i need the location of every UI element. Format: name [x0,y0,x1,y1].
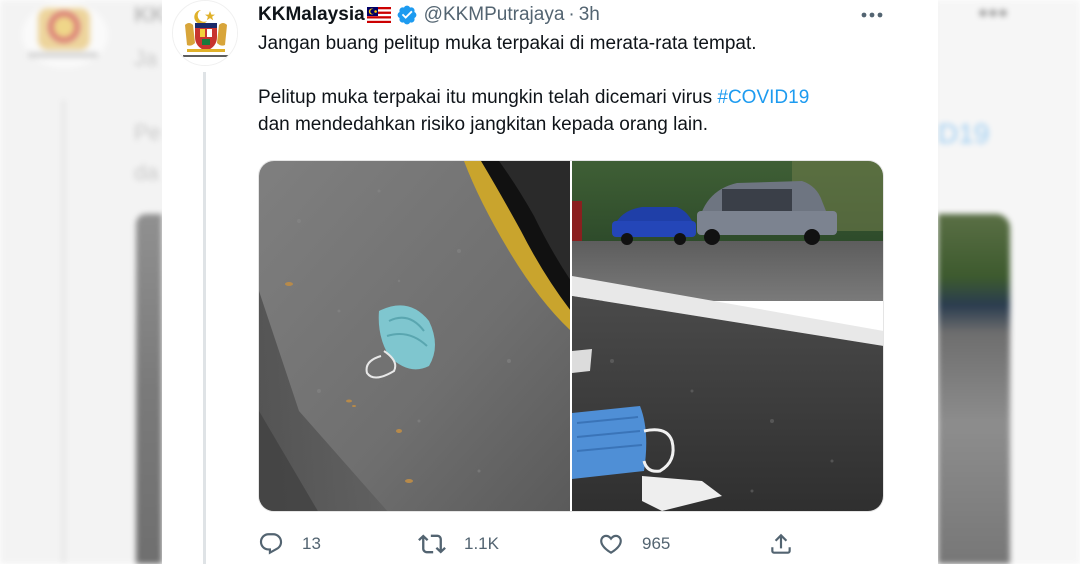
share-icon [771,533,791,554]
background-text-fragment: Pe [134,120,161,145]
tweet-text: Jangan buang pelitup muka terpakai di me… [258,30,898,138]
more-options-button[interactable] [852,2,892,28]
like-button[interactable]: 965 [598,528,670,560]
share-button[interactable] [768,528,794,560]
user-handle[interactable]: @KKMPutrajaya [424,4,565,26]
profile-avatar[interactable] [172,0,238,66]
media-photo-left[interactable] [259,161,570,511]
thread-connector-line [203,72,206,564]
malaysia-flag-icon [366,7,391,23]
background-text-fragment: KK [134,2,166,27]
photo-mask-roadside [572,161,883,511]
background-text-fragment: da [134,160,159,185]
media-photo-right[interactable] [572,161,883,511]
retweet-button[interactable]: 1.1K [418,528,499,560]
tweet-text-line: Jangan buang pelitup muka terpakai di me… [258,33,757,54]
verified-badge-icon [397,5,417,25]
retweet-icon [418,534,446,554]
tweet-actions: 13 1.1K 965 [258,528,898,560]
retweet-count: 1.1K [464,534,499,553]
tweet-media-grid [258,160,884,512]
more-dots-icon [861,12,883,18]
background-image [136,214,162,564]
background-more-dots [978,8,1008,18]
separator-dot: · [568,4,575,25]
timestamp[interactable]: 3h [579,4,600,26]
tweet-header: KKMalaysia @KKMPutrajaya · 3h [258,2,600,28]
background-tweet-right: D19 [938,0,1080,564]
like-count: 965 [642,534,671,553]
background-image [938,214,1010,564]
kkm-crest-logo [173,1,237,65]
tweet-text-segment: Pelitup muka terpakai itu mungkin telah … [258,87,718,108]
reply-count: 13 [302,534,321,553]
background-tweet-left: KK Ja Pe da [0,0,166,564]
heart-icon [600,534,622,554]
hashtag-link[interactable]: #COVID19 [717,87,809,108]
background-text-fragment: D19 [938,118,990,149]
tweet-text-line: Pelitup muka terpakai itu mungkin telah … [258,84,898,111]
reply-button[interactable]: 13 [258,528,321,560]
photo-mask-on-road [259,161,570,511]
display-name[interactable]: KKMalaysia [258,4,365,26]
reply-icon [259,533,283,555]
background-crest-logo [38,8,90,50]
background-text-fragment: Ja [134,46,158,71]
tweet-text-line: dan mendedahkan risiko jangkitan kepada … [258,114,708,135]
tweet-card[interactable]: KKMalaysia @KKMPutrajaya · 3h Jangan bua… [162,0,938,564]
